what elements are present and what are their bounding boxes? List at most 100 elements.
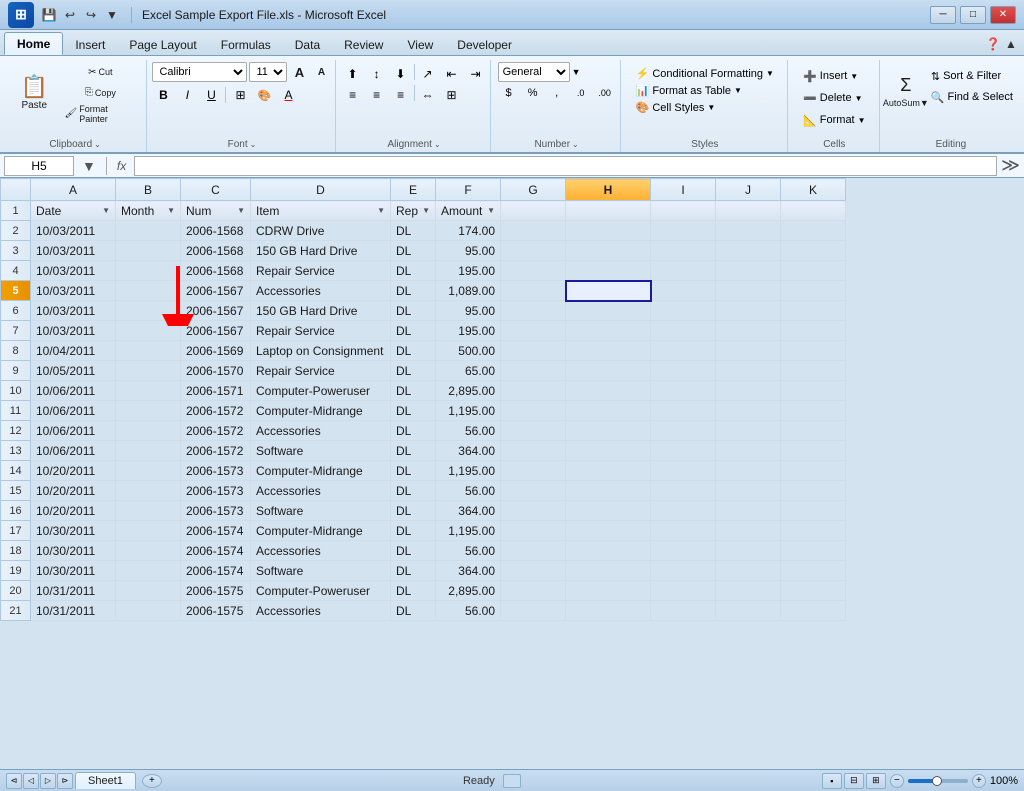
cell-K17[interactable] — [781, 521, 846, 541]
cell-B19[interactable] — [116, 561, 181, 581]
format-as-table-button[interactable]: 📊 Format as Table ▼ — [632, 83, 746, 98]
cell-B8[interactable] — [116, 341, 181, 361]
cell-G10[interactable] — [501, 381, 566, 401]
cell-G12[interactable] — [501, 421, 566, 441]
cell-D5[interactable]: Accessories — [251, 281, 391, 301]
insert-button[interactable]: ➕ Insert ▼ — [800, 66, 861, 86]
cell-C20[interactable]: 2006-1575 — [181, 581, 251, 601]
cell-D13[interactable]: Software — [251, 441, 391, 461]
cell-F20[interactable]: 2,895.00 — [436, 581, 501, 601]
cell-I1[interactable] — [651, 201, 716, 221]
number-expand-icon[interactable]: ⌄ — [572, 140, 579, 149]
office-button[interactable]: ⊞ — [8, 2, 34, 28]
col-header-K[interactable]: K — [781, 179, 846, 201]
row-num-10[interactable]: 10 — [1, 381, 31, 401]
cell-D20[interactable]: Computer-Poweruser — [251, 581, 391, 601]
spreadsheet-scroll[interactable]: A B C D E F G H I J K 1 Da — [0, 178, 1024, 769]
cell-K6[interactable] — [781, 301, 846, 321]
cell-G1[interactable] — [501, 201, 566, 221]
cell-G2[interactable] — [501, 221, 566, 241]
cell-E17[interactable]: DL — [391, 521, 436, 541]
zoom-slider[interactable] — [908, 779, 968, 783]
cell-E1[interactable]: Rep▼ — [391, 201, 436, 221]
customize-quick-btn[interactable]: ▼ — [103, 6, 121, 24]
cell-K21[interactable] — [781, 601, 846, 621]
cell-F17[interactable]: 1,195.00 — [436, 521, 501, 541]
clipboard-expand-icon[interactable]: ⌄ — [94, 140, 101, 149]
cell-B15[interactable] — [116, 481, 181, 501]
cell-H5[interactable] — [566, 281, 651, 301]
col-header-B[interactable]: B — [116, 179, 181, 201]
cell-J1[interactable] — [716, 201, 781, 221]
align-right-btn[interactable]: ≡ — [390, 85, 412, 105]
cell-F7[interactable]: 195.00 — [436, 321, 501, 341]
cell-I3[interactable] — [651, 241, 716, 261]
cell-E4[interactable]: DL — [391, 261, 436, 281]
cell-B18[interactable] — [116, 541, 181, 561]
cell-D11[interactable]: Computer-Midrange — [251, 401, 391, 421]
cell-C17[interactable]: 2006-1574 — [181, 521, 251, 541]
font-name-select[interactable]: Calibri — [152, 62, 247, 82]
cell-E10[interactable]: DL — [391, 381, 436, 401]
cell-B4[interactable] — [116, 261, 181, 281]
cell-G13[interactable] — [501, 441, 566, 461]
cell-D6[interactable]: 150 GB Hard Drive — [251, 301, 391, 321]
cell-D9[interactable]: Repair Service — [251, 361, 391, 381]
row-num-8[interactable]: 8 — [1, 341, 31, 361]
percent-btn[interactable]: % — [522, 83, 544, 103]
cell-A16[interactable]: 10/20/2011 — [31, 501, 116, 521]
row-num-15[interactable]: 15 — [1, 481, 31, 501]
cell-K5[interactable] — [781, 281, 846, 301]
cell-J6[interactable] — [716, 301, 781, 321]
cell-J8[interactable] — [716, 341, 781, 361]
cell-E6[interactable]: DL — [391, 301, 436, 321]
cell-F14[interactable]: 1,195.00 — [436, 461, 501, 481]
cell-E11[interactable]: DL — [391, 401, 436, 421]
maximize-button[interactable]: □ — [960, 6, 986, 24]
cell-B11[interactable] — [116, 401, 181, 421]
row-num-16[interactable]: 16 — [1, 501, 31, 521]
formula-expand-icon[interactable]: ▼ — [78, 158, 100, 174]
middle-align-btn[interactable]: ↕ — [366, 64, 388, 84]
cell-B14[interactable] — [116, 461, 181, 481]
cell-D12[interactable]: Accessories — [251, 421, 391, 441]
cell-I8[interactable] — [651, 341, 716, 361]
cell-C4[interactable]: 2006-1568 — [181, 261, 251, 281]
cell-G6[interactable] — [501, 301, 566, 321]
row-num-20[interactable]: 20 — [1, 581, 31, 601]
cell-J15[interactable] — [716, 481, 781, 501]
sheet-first-btn[interactable]: ⊲ — [6, 773, 22, 789]
col-header-J[interactable]: J — [716, 179, 781, 201]
cell-F1[interactable]: Amount▼ — [436, 201, 501, 221]
cell-G14[interactable] — [501, 461, 566, 481]
row-num-21[interactable]: 21 — [1, 601, 31, 621]
cell-G9[interactable] — [501, 361, 566, 381]
cell-E5[interactable]: DL — [391, 281, 436, 301]
cell-E13[interactable]: DL — [391, 441, 436, 461]
cell-A14[interactable]: 10/20/2011 — [31, 461, 116, 481]
cell-H7[interactable] — [566, 321, 651, 341]
cell-A21[interactable]: 10/31/2011 — [31, 601, 116, 621]
cell-I11[interactable] — [651, 401, 716, 421]
bold-button[interactable]: B — [152, 85, 174, 105]
cell-G8[interactable] — [501, 341, 566, 361]
indent-increase-btn[interactable]: ⇥ — [465, 64, 487, 84]
align-center-btn[interactable]: ≡ — [366, 85, 388, 105]
cell-H18[interactable] — [566, 541, 651, 561]
cell-D10[interactable]: Computer-Poweruser — [251, 381, 391, 401]
cell-I17[interactable] — [651, 521, 716, 541]
save-quick-btn[interactable]: 💾 — [40, 6, 58, 24]
cell-E16[interactable]: DL — [391, 501, 436, 521]
cell-A7[interactable]: 10/03/2011 — [31, 321, 116, 341]
cell-C10[interactable]: 2006-1571 — [181, 381, 251, 401]
normal-view-btn[interactable]: ▪ — [822, 773, 842, 789]
comma-btn[interactable]: , — [546, 83, 568, 103]
cell-A6[interactable]: 10/03/2011 — [31, 301, 116, 321]
cell-E12[interactable]: DL — [391, 421, 436, 441]
cell-F18[interactable]: 56.00 — [436, 541, 501, 561]
cell-A1[interactable]: Date▼ — [31, 201, 116, 221]
formula-expand-right-icon[interactable]: ≫ — [1001, 155, 1020, 176]
cell-B5[interactable] — [116, 281, 181, 301]
cell-G4[interactable] — [501, 261, 566, 281]
cell-G3[interactable] — [501, 241, 566, 261]
